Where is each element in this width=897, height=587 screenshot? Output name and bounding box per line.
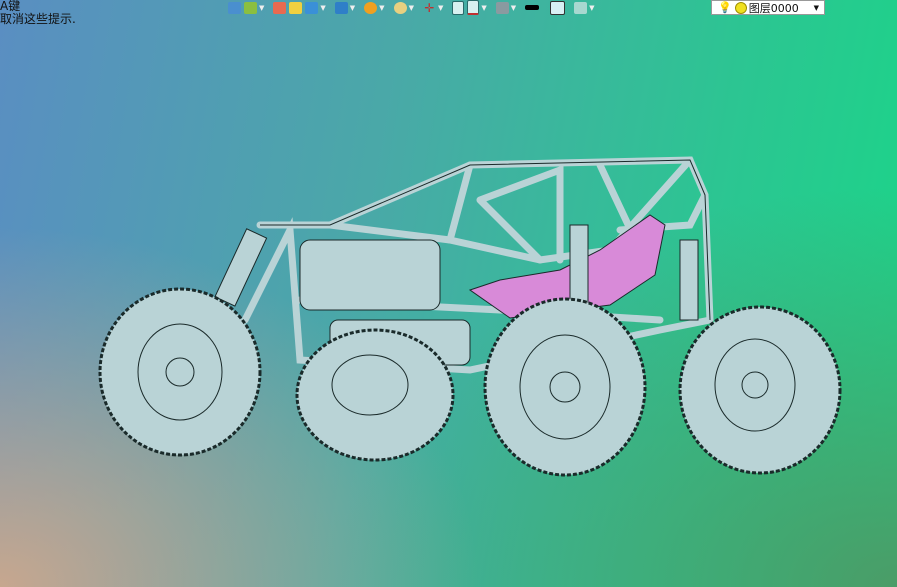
wheel-rear-right [483,297,647,477]
wheel-rear-left [98,287,262,457]
wheel-front-right [678,305,842,475]
wheel-front-left [295,328,455,462]
wheels [98,287,842,477]
cad-viewport[interactable] [0,0,897,587]
